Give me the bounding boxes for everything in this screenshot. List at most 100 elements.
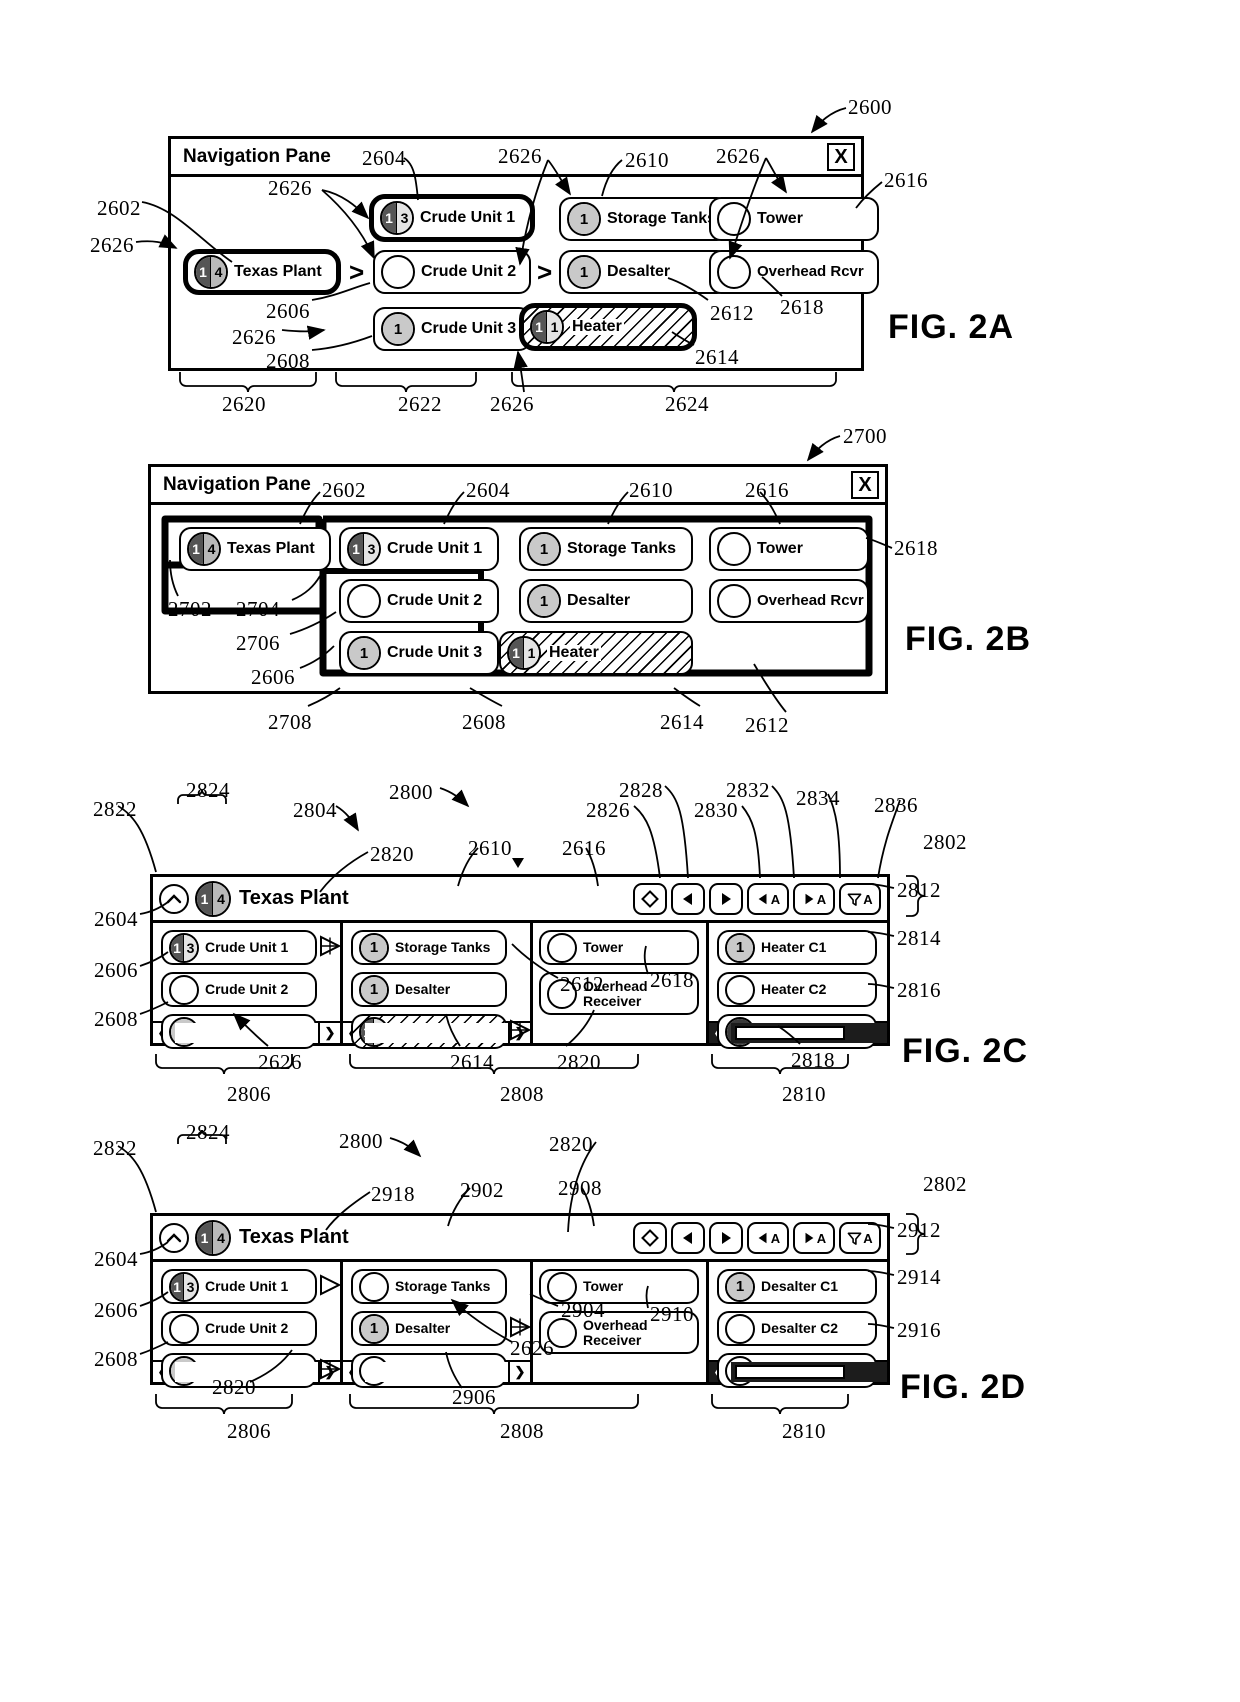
node-crude-unit-2[interactable]: Crude Unit 2 xyxy=(373,250,531,294)
horizontal-scrollbar[interactable]: ❮ xyxy=(709,1021,887,1043)
ref-2626-d: 2626 xyxy=(510,1336,554,1360)
ref-2814-c: 2814 xyxy=(897,926,941,950)
filter-all-button[interactable]: A xyxy=(839,1222,881,1254)
ref-2626-d: 2626 xyxy=(498,144,542,168)
status-badge xyxy=(169,1313,199,1344)
collapse-up-icon[interactable] xyxy=(159,883,189,914)
node-desalter[interactable]: 1 Desalter xyxy=(559,250,729,294)
node-desalter[interactable]: 1 Desalter xyxy=(351,972,507,1007)
horizontal-scrollbar[interactable]: ❮ ❯ xyxy=(343,1021,530,1043)
badge-right: 3 xyxy=(184,934,197,961)
node-storage-tanks[interactable]: 1 Storage Tanks xyxy=(559,197,729,241)
prev-button[interactable] xyxy=(671,883,705,915)
scroll-filler xyxy=(533,1021,706,1043)
node-label: Crude Unit 3 xyxy=(387,643,483,661)
status-badge xyxy=(347,584,381,618)
horizontal-scrollbar[interactable]: ❮ xyxy=(709,1360,887,1382)
node-heater-c1[interactable]: 1 Heater C1 xyxy=(717,930,877,965)
expand-arrow-icon[interactable] xyxy=(319,933,342,959)
badge-left: 1 xyxy=(189,534,204,564)
status-badge: 1 xyxy=(527,584,561,618)
node-texas-plant[interactable]: 1 4 Texas Plant xyxy=(183,249,341,295)
node-heater[interactable]: 1 1 Heater xyxy=(519,303,697,351)
node-storage-tanks[interactable]: Storage Tanks xyxy=(351,1269,507,1304)
scroll-track[interactable] xyxy=(365,1023,508,1043)
node-crude-unit-3[interactable]: 1 Crude Unit 3 xyxy=(339,631,499,675)
node-storage-tanks[interactable]: 1 Storage Tanks xyxy=(351,930,507,965)
scroll-right-icon[interactable]: ❯ xyxy=(318,1023,340,1043)
expand-arrow-icon[interactable] xyxy=(509,1017,532,1043)
diamond-button[interactable] xyxy=(633,1222,667,1254)
next-button[interactable] xyxy=(709,1222,743,1254)
scroll-track[interactable] xyxy=(731,1023,887,1043)
prev-all-button[interactable]: A xyxy=(747,1222,789,1254)
status-badge: 1 xyxy=(359,974,389,1005)
node-desalter[interactable]: 1 Desalter xyxy=(351,1311,507,1346)
horizontal-scrollbar[interactable]: ❮ ❯ xyxy=(153,1021,340,1043)
scroll-track[interactable] xyxy=(175,1023,318,1043)
close-icon[interactable]: X xyxy=(827,143,855,171)
node-texas-plant[interactable]: 1 4 Texas Plant xyxy=(179,527,331,571)
scroll-thumb[interactable] xyxy=(735,1365,845,1379)
prev-button[interactable] xyxy=(671,1222,705,1254)
close-icon[interactable]: X xyxy=(851,471,879,499)
ref-2824-c: 2824 xyxy=(186,778,230,802)
collapse-up-icon[interactable] xyxy=(159,1222,189,1253)
expand-arrow-icon[interactable] xyxy=(319,1272,342,1298)
node-crude-unit-2[interactable]: Crude Unit 2 xyxy=(161,1311,317,1346)
overhead-line-2: Receiver xyxy=(583,1331,642,1348)
toolbar-a-label: A xyxy=(770,1230,781,1246)
badge-right: 1 xyxy=(547,312,562,342)
triangle-right-icon xyxy=(722,1232,731,1244)
scroll-thumb[interactable] xyxy=(735,1026,845,1040)
scroll-right-icon[interactable]: ❯ xyxy=(508,1362,530,1382)
funnel-icon xyxy=(847,893,862,906)
status-badge: 1 3 xyxy=(169,932,199,963)
ref-2624: 2624 xyxy=(665,392,709,416)
next-all-button[interactable]: A xyxy=(793,883,835,915)
diamond-button[interactable] xyxy=(633,883,667,915)
ref-2610-b: 2610 xyxy=(629,478,673,502)
filter-all-button[interactable]: A xyxy=(839,883,881,915)
node-crude-unit-1[interactable]: 1 3 Crude Unit 1 xyxy=(369,194,535,242)
node-desalter-c1[interactable]: 1 Desalter C1 xyxy=(717,1269,877,1304)
status-badge xyxy=(725,974,755,1005)
ref-2836-c: 2836 xyxy=(874,793,918,817)
node-heater[interactable]: 1 1 Heater xyxy=(499,631,693,675)
node-desalter-c2[interactable]: Desalter C2 xyxy=(717,1311,877,1346)
ref-2610: 2610 xyxy=(625,148,669,172)
node-crude-unit-2[interactable]: Crude Unit 2 xyxy=(161,972,317,1007)
node-crude-unit-3[interactable]: 1 Crude Unit 3 xyxy=(373,307,531,351)
next-all-button[interactable]: A xyxy=(793,1222,835,1254)
horizontal-scrollbar[interactable]: ❮ ❯ xyxy=(343,1360,530,1382)
node-storage-tanks[interactable]: 1 Storage Tanks xyxy=(519,527,693,571)
ref-2804-c: 2804 xyxy=(293,798,337,822)
ref-2808-c: 2808 xyxy=(500,1082,544,1106)
node-label: Texas Plant xyxy=(234,262,322,280)
node-crude-unit-1[interactable]: 1 3 Crude Unit 1 xyxy=(339,527,499,571)
prev-all-button[interactable]: A xyxy=(747,883,789,915)
node-crude-unit-2[interactable]: Crude Unit 2 xyxy=(339,579,499,623)
node-heater-c2[interactable]: Heater C2 xyxy=(717,972,877,1007)
ref-2800-d: 2800 xyxy=(339,1129,383,1153)
node-crude-unit-1[interactable]: 1 3 Crude Unit 1 xyxy=(161,930,317,965)
scroll-track[interactable] xyxy=(731,1362,887,1382)
badge-value: 1 xyxy=(727,1273,753,1300)
expand-arrow-icon[interactable] xyxy=(319,1356,342,1382)
node-desalter[interactable]: 1 Desalter xyxy=(519,579,693,623)
ref-2912-d: 2912 xyxy=(897,1218,941,1242)
scroll-track[interactable] xyxy=(365,1362,508,1382)
node-label: Crude Unit 1 xyxy=(387,539,483,557)
node-tower[interactable]: Tower xyxy=(709,197,879,241)
node-tower[interactable]: Tower xyxy=(709,527,869,571)
ref-2820-c-a: 2820 xyxy=(370,842,414,866)
badge-left: 1 xyxy=(382,203,397,233)
next-button[interactable] xyxy=(709,883,743,915)
node-tower[interactable]: Tower xyxy=(539,930,699,965)
node-crude-unit-1[interactable]: 1 3 Crude Unit 1 xyxy=(161,1269,317,1304)
node-overhead-rcvr[interactable]: Overhead Rcvr xyxy=(709,250,879,294)
node-overhead-rcvr[interactable]: Overhead Rcvr xyxy=(709,579,869,623)
node-label: Desalter C1 xyxy=(761,1278,839,1295)
ref-2604-c: 2604 xyxy=(94,907,138,931)
ref-2820-d-b: 2820 xyxy=(212,1375,256,1399)
